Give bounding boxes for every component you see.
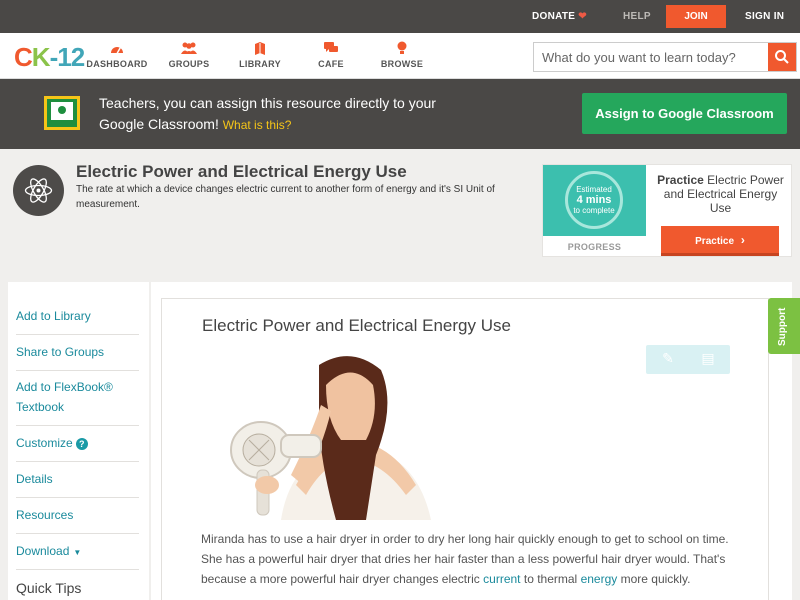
nav-groups[interactable]: GROUPS [154,41,224,69]
link-current[interactable]: current [483,572,520,586]
notes-icon[interactable]: ▤ [698,350,718,367]
hair-dryer-image [201,345,467,520]
progress-label: PROGRESS [567,242,622,252]
atom-icon [13,165,64,216]
dashboard-icon [82,41,152,57]
practice-title: Practice Electric Power and Electrical E… [657,173,784,215]
sidebar-item-add-to-library[interactable]: Add to Library [16,299,139,335]
nav-dashboard[interactable]: DASHBOARD [82,41,152,69]
concept-title: Electric Power and Electrical Energy Use [76,162,407,181]
groups-icon [154,41,224,57]
left-sidebar: Add to Library Share to Groups Add to Fl… [8,282,149,600]
pencil-icon[interactable]: ✎ [658,350,678,367]
concept-description: The rate at which a device changes elect… [76,184,495,210]
sign-in-link[interactable]: SIGN IN [745,11,784,22]
search-icon [775,50,789,64]
library-icon [225,41,295,57]
sidebar-item-download[interactable]: Download ▼ [16,534,139,570]
help-icon[interactable]: ? [75,438,88,450]
sidebar-item-resources[interactable]: Resources [16,498,139,534]
join-button[interactable]: JOIN [666,5,726,28]
nav-library[interactable]: LIBRARY [225,41,295,69]
search-input[interactable] [534,43,770,71]
link-energy[interactable]: energy [581,572,618,586]
sidebar-item-add-to-flexbook[interactable]: Add to FlexBook® Textbook [16,371,139,426]
chevron-right-icon: › [740,233,745,247]
banner-text: Teachers, you can assign this resource d… [99,95,436,132]
browse-icon [367,41,437,57]
article-title: Electric Power and Electrical Energy Use [202,316,511,335]
support-tab[interactable]: Support [768,298,800,354]
nav-browse[interactable]: BROWSE [367,41,437,69]
heart-icon: ❤ [578,11,587,22]
ck12-logo[interactable]: CK-12 [14,42,85,73]
nav-cafe[interactable]: CAFE [296,41,366,69]
assign-google-classroom-button[interactable]: Assign to Google Classroom [582,93,787,134]
search-button[interactable] [768,43,796,71]
article-text: Miranda has to use a hair dryer in order… [201,532,729,586]
caret-down-icon: ▼ [73,548,82,557]
help-link[interactable]: HELP [623,11,651,22]
sidebar-item-share-to-groups[interactable]: Share to Groups [16,335,139,371]
google-classroom-icon [44,96,80,130]
practice-card: Estimated 4 mins to complete PROGRESS Pr… [542,164,792,257]
main-nav: CK-12 DASHBOARD GROUPS LIBRARY CAFE BROW… [0,33,800,79]
practice-thumbnail[interactable]: Estimated 4 mins to complete [543,165,646,236]
quick-tips-heading: Quick Tips [16,580,82,596]
top-bar: DONATE ❤ HELP JOIN SIGN IN [0,0,800,33]
what-is-this-link[interactable]: What is this? [223,118,292,132]
search-box [533,42,797,72]
sidebar-item-details[interactable]: Details [16,462,139,498]
donate-link[interactable]: DONATE ❤ [532,11,587,22]
edit-tools: ✎ ▤ [646,345,730,374]
cafe-icon [296,41,366,57]
practice-button[interactable]: Practice › [661,226,779,256]
sidebar-item-customize[interactable]: Customize? [16,426,139,462]
